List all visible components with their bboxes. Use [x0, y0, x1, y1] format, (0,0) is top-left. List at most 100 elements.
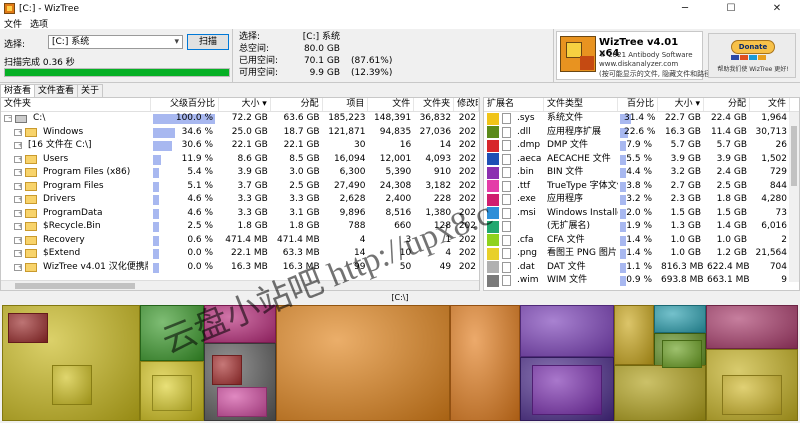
column-header[interactable]: 文件: [750, 98, 790, 111]
scrollbar-thumb[interactable]: [15, 283, 135, 289]
expand-toggle-icon[interactable]: +: [14, 263, 22, 271]
percent-value: 5.4 %: [187, 167, 214, 177]
table-row[interactable]: .png 看图王 PNG 图片 1.4 % 1.0 GB 1.2 GB 21,564: [484, 247, 799, 261]
tab-file-view[interactable]: 文件查看: [34, 84, 79, 97]
horizontal-scrollbar[interactable]: [1, 280, 479, 290]
treemap-block[interactable]: [520, 305, 614, 357]
file-type-cell: DMP 文件: [547, 140, 588, 150]
table-row[interactable]: .sys 系统文件 31.4 % 22.7 GB 22.4 GB 1,964: [484, 112, 799, 126]
table-row[interactable]: + Drivers 4.6 % 3.3 GB 3.3 GB 2,628 2,400 228 20…: [1, 193, 479, 207]
brand-website-link[interactable]: www.diskanalyzer.com: [599, 60, 678, 68]
files-cell: 844: [769, 180, 787, 191]
column-header[interactable]: 修改时: [454, 98, 479, 111]
donate-button[interactable]: Donate: [731, 40, 775, 54]
expand-toggle-icon[interactable]: +: [14, 182, 22, 190]
table-row[interactable]: .exe 应用程序 3.2 % 2.3 GB 1.8 GB 4,280: [484, 193, 799, 207]
table-row[interactable]: .aecach AECACHE 文件 5.5 % 3.9 GB 3.9 GB 1,502: [484, 153, 799, 167]
table-row[interactable]: .dat DAT 文件 1.1 % 816.3 MB 622.4 MB 704: [484, 261, 799, 275]
top-panel: 选择: [C:] 系统 ▾ 扫描 扫描完成 0.36 秒 选择: [C:] 系统总…: [0, 29, 800, 83]
treemap-block[interactable]: [614, 365, 706, 421]
column-header[interactable]: 项目: [323, 98, 369, 111]
column-header[interactable]: 百分比: [618, 98, 658, 111]
table-row[interactable]: + Program Files 5.1 % 3.7 GB 2.5 GB 27,490 24,…: [1, 180, 479, 194]
table-row[interactable]: .bin BIN 文件 4.4 % 3.2 GB 2.4 GB 729: [484, 166, 799, 180]
column-header[interactable]: 文件: [368, 98, 415, 111]
tab-tree-view[interactable]: 树查看: [0, 84, 36, 97]
scan-button[interactable]: 扫描: [187, 34, 229, 50]
minimize-button[interactable]: ─: [662, 0, 708, 17]
maximize-button[interactable]: ☐: [708, 0, 754, 17]
expand-toggle-icon[interactable]: +: [14, 169, 22, 177]
table-row[interactable]: .wim WIM 文件 0.9 % 693.8 MB 663.1 MB 9: [484, 274, 799, 288]
column-header[interactable]: 文件夹: [1, 98, 152, 111]
tab-about[interactable]: 关于: [77, 84, 104, 97]
treemap-block[interactable]: [52, 365, 92, 405]
column-header[interactable]: 分配: [271, 98, 323, 111]
drive-select[interactable]: [C:] 系统 ▾: [48, 35, 183, 49]
treemap-block[interactable]: [140, 305, 204, 361]
table-row[interactable]: + Windows 34.6 % 25.0 GB 18.7 GB 121,871 94,83…: [1, 126, 479, 140]
treemap-block[interactable]: [654, 305, 706, 333]
vertical-scrollbar[interactable]: [789, 112, 799, 282]
table-row[interactable]: + [16 文件在 C:\] 30.6 % 22.1 GB 22.1 GB 30 16 14 2…: [1, 139, 479, 153]
table-row[interactable]: .msi Windows Installer 2.0 % 1.5 GB 1.5 GB 73: [484, 207, 799, 221]
size-cell: 25.0 GB: [231, 126, 268, 137]
folder-icon: [25, 195, 37, 205]
column-header[interactable]: 大小 ▾: [219, 98, 271, 111]
table-row[interactable]: .dmp DMP 文件 7.9 % 5.7 GB 5.7 GB 26: [484, 139, 799, 153]
percent-cell: 1.1 %: [618, 261, 658, 275]
expand-toggle-icon[interactable]: +: [14, 142, 22, 150]
mod-cell: 202: [458, 140, 476, 150]
treemap-block[interactable]: [706, 305, 798, 349]
expand-toggle-icon[interactable]: +: [14, 223, 22, 231]
treemap[interactable]: [2, 305, 798, 421]
table-row[interactable]: .ttf TrueType 字体文件 3.8 % 2.7 GB 2.5 GB 844: [484, 180, 799, 194]
table-row[interactable]: + WizTree v4.01 汉化便携版（破 0.0 % 16.3 MB 16.3 M…: [1, 261, 479, 275]
treemap-block[interactable]: [614, 305, 654, 365]
expand-toggle-icon[interactable]: +: [14, 250, 22, 258]
expand-toggle-icon[interactable]: +: [14, 155, 22, 163]
expand-toggle-icon[interactable]: +: [14, 196, 22, 204]
scrollbar-thumb[interactable]: [791, 126, 797, 186]
percent-cell: 1.9 %: [618, 220, 658, 234]
column-header[interactable]: 扩展名: [484, 98, 544, 111]
table-row[interactable]: + Users 11.9 % 8.6 GB 8.5 GB 16,094 12,001 4,09…: [1, 153, 479, 167]
table-row[interactable]: .dll 应用程序扩展 22.6 % 16.3 GB 11.4 GB 30,713: [484, 126, 799, 140]
treemap-block[interactable]: [662, 340, 702, 368]
treemap-block[interactable]: [212, 355, 242, 385]
treemap-block[interactable]: [8, 313, 48, 343]
expand-toggle-icon[interactable]: +: [14, 128, 22, 136]
table-row[interactable]: + Recovery 0.6 % 471.4 MB 471.4 MB 4 3 1 202: [1, 234, 479, 248]
items-cell: 9,896: [339, 207, 366, 218]
treemap-block[interactable]: [204, 305, 276, 343]
treemap-block[interactable]: [276, 305, 450, 421]
expand-toggle-icon[interactable]: −: [4, 115, 12, 123]
column-header[interactable]: 文件夹: [414, 98, 455, 111]
treemap-block[interactable]: [450, 305, 520, 421]
table-row[interactable]: + Program Files (x86) 5.4 % 3.9 GB 3.0 GB 6,3…: [1, 166, 479, 180]
expand-toggle-icon[interactable]: +: [14, 209, 22, 217]
treemap-block[interactable]: [532, 365, 602, 415]
table-row[interactable]: (无扩展名) 1.9 % 1.3 GB 1.4 GB 6,016: [484, 220, 799, 234]
menu-file[interactable]: 文件: [0, 17, 26, 30]
close-button[interactable]: ✕: [754, 0, 800, 17]
menu-options[interactable]: 选项: [26, 17, 52, 30]
table-row[interactable]: − C:\ 100.0 % 72.2 GB 63.6 GB 185,223 148,391 3…: [1, 112, 479, 126]
column-header[interactable]: 大小 ▾: [658, 98, 704, 111]
expand-toggle-icon[interactable]: +: [14, 236, 22, 244]
chevron-down-icon: ▾: [174, 37, 179, 47]
alloc-cell: 8.5 GB: [289, 153, 320, 164]
column-header[interactable]: 文件类型: [544, 98, 618, 111]
column-header[interactable]: 父级百分比: [151, 98, 220, 111]
column-header[interactable]: 分配: [704, 98, 750, 111]
table-row[interactable]: .cfa CFA 文件 1.4 % 1.0 GB 1.0 GB 2: [484, 234, 799, 248]
alloc-cell: 22.4 GB: [710, 113, 747, 123]
folders-cell: 228: [433, 194, 452, 204]
table-row[interactable]: + ProgramData 4.6 % 3.3 GB 3.1 GB 9,896 8,516 1…: [1, 207, 479, 221]
treemap-block[interactable]: [217, 387, 267, 417]
treemap-block[interactable]: [152, 375, 192, 411]
files-cell: 5,390: [385, 167, 412, 177]
treemap-block[interactable]: [722, 375, 782, 415]
table-row[interactable]: + $Extend 0.0 % 22.1 MB 63.3 MB 14 10 4 202: [1, 247, 479, 261]
table-row[interactable]: + $Recycle.Bin 2.5 % 1.8 GB 1.8 GB 788 660 128 2…: [1, 220, 479, 234]
